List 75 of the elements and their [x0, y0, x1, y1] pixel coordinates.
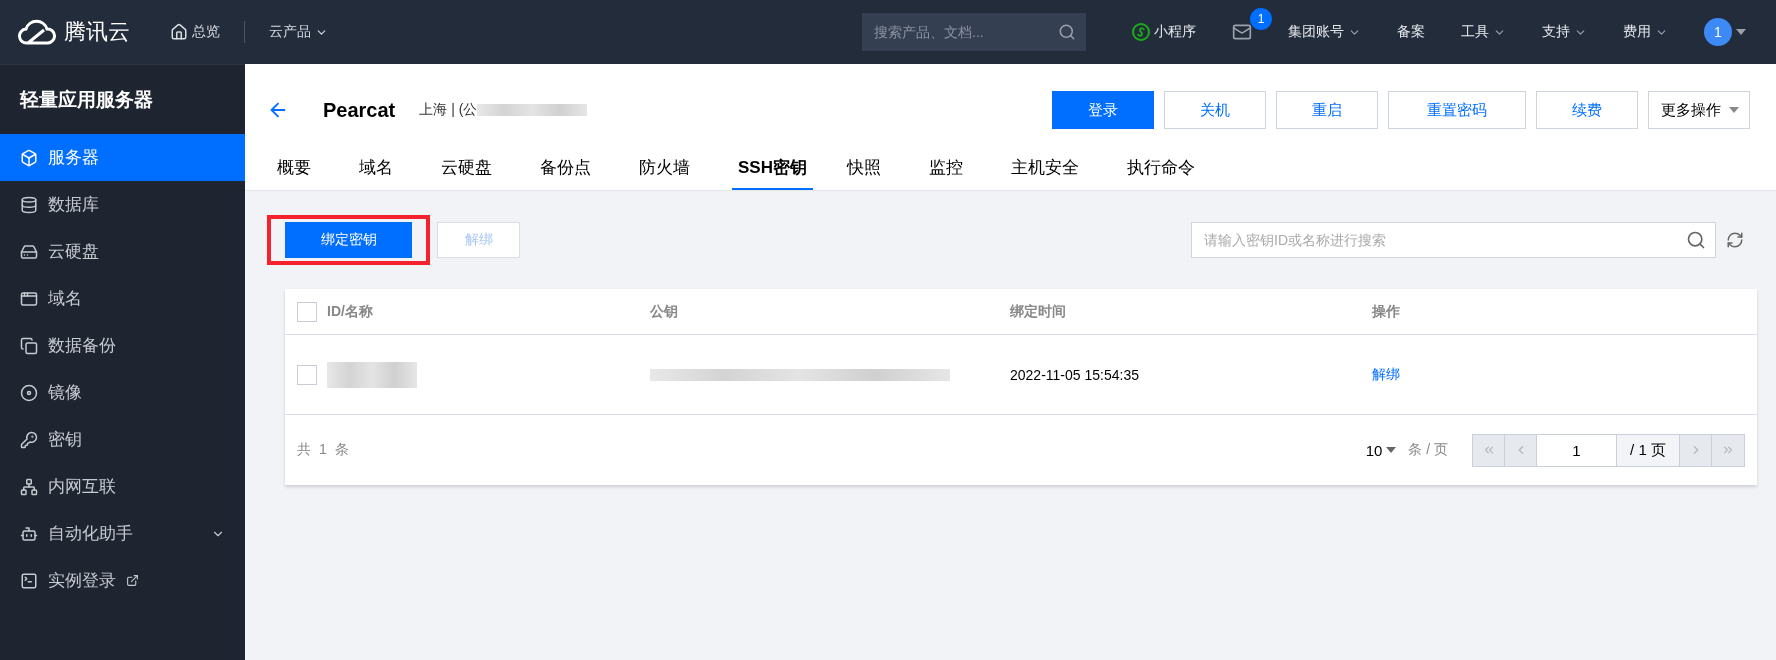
top-menu-item[interactable]: 备案	[1397, 23, 1425, 41]
table-cell: 2022-11-05 15:54:35	[1010, 366, 1139, 383]
top-menu-item[interactable]: 工具	[1461, 23, 1506, 41]
home-link[interactable]: 总览	[170, 23, 220, 41]
top-menu-item[interactable]: 集团账号	[1288, 23, 1361, 41]
page-size-select[interactable]: 10	[1365, 441, 1399, 459]
products-menu[interactable]: 云产品	[269, 23, 328, 41]
per-page-label: 条 / 页	[1408, 441, 1448, 459]
select-all-checkbox[interactable]	[297, 301, 317, 322]
tab[interactable]: SSH密钥	[732, 146, 813, 190]
home-icon	[170, 23, 188, 41]
instance-title: Pearcat	[323, 98, 396, 122]
terminal-icon	[20, 571, 38, 590]
more-actions-button[interactable]: 更多操作	[1648, 91, 1750, 129]
sidebar-item[interactable]: 域名	[0, 275, 245, 322]
sidebar-item[interactable]: 自动化助手	[0, 510, 245, 557]
caret-icon[interactable]	[1736, 29, 1746, 35]
caret-icon	[1729, 107, 1739, 113]
action-button[interactable]: 登录	[1052, 91, 1154, 129]
brand-name: 腾讯云	[64, 18, 130, 46]
sidebar-item[interactable]: 镜像	[0, 369, 245, 416]
tab[interactable]: 防火墙	[633, 146, 696, 190]
column-header: ID/名称	[327, 302, 373, 321]
last-page-icon	[1721, 443, 1735, 457]
tab[interactable]: 执行命令	[1120, 146, 1201, 190]
row-checkbox[interactable]	[297, 364, 317, 385]
unbind-link[interactable]: 解绑	[1372, 365, 1400, 384]
caret-icon	[1384, 446, 1399, 454]
refresh-icon[interactable]	[1726, 231, 1744, 249]
cube-icon	[20, 148, 38, 167]
sidebar-item[interactable]: 服务器	[0, 134, 245, 181]
window-icon	[20, 289, 38, 308]
sidebar-item[interactable]: 内网互联	[0, 463, 245, 510]
sidebar-item[interactable]: 云硬盘	[0, 228, 245, 275]
action-button[interactable]: 关机	[1164, 91, 1266, 129]
action-button[interactable]: 续费	[1536, 91, 1638, 129]
search-icon[interactable]	[1686, 230, 1706, 250]
instance-region: 上海 | (公	[419, 101, 478, 119]
bind-key-button[interactable]: 绑定密钥	[285, 222, 412, 258]
sidebar-item[interactable]: 实例登录	[0, 557, 245, 604]
tab[interactable]: 域名	[353, 146, 399, 190]
mail-icon[interactable]	[1232, 22, 1252, 42]
key-icon	[20, 430, 38, 449]
search-icon[interactable]	[1058, 23, 1076, 41]
total-count: 共 1 条	[297, 441, 351, 459]
pagination[interactable]: 1 / 1 页	[1472, 433, 1745, 467]
sidebar-item[interactable]: 数据库	[0, 181, 245, 228]
column-header: 操作	[1372, 302, 1400, 321]
tab[interactable]: 备份点	[534, 146, 597, 190]
tab[interactable]: 云硬盘	[435, 146, 498, 190]
column-header: 绑定时间	[1010, 302, 1066, 321]
tab[interactable]: 监控	[922, 146, 969, 190]
tab[interactable]: 主机安全	[1004, 146, 1085, 190]
column-header: 公钥	[650, 302, 678, 321]
copy-icon	[20, 336, 38, 355]
external-link-icon	[126, 574, 139, 587]
tab[interactable]: 快照	[840, 146, 887, 190]
page-total: / 1 页	[1617, 434, 1680, 466]
search-field[interactable]: 搜索产品、文档...	[862, 13, 1086, 51]
action-button[interactable]: 重启	[1276, 91, 1378, 129]
notification-badge: 1	[1250, 8, 1272, 30]
network-icon	[20, 477, 38, 496]
miniprogram-link[interactable]: 小程序	[1132, 23, 1196, 41]
cloud-logo-icon	[18, 19, 56, 45]
sidebar-item[interactable]: 密钥	[0, 416, 245, 463]
top-menu-item[interactable]: 费用	[1623, 23, 1668, 41]
database-icon	[20, 195, 38, 214]
top-menu-item[interactable]: 支持	[1542, 23, 1587, 41]
tab[interactable]: 概要	[271, 146, 317, 190]
robot-icon	[20, 524, 38, 543]
key-search-field[interactable]: 请输入密钥ID或名称进行搜索	[1191, 222, 1716, 258]
hard-drive-icon	[20, 242, 38, 261]
sidebar-item[interactable]: 数据备份	[0, 322, 245, 369]
disc-icon	[20, 383, 38, 402]
action-button[interactable]: 重置密码	[1388, 91, 1526, 129]
